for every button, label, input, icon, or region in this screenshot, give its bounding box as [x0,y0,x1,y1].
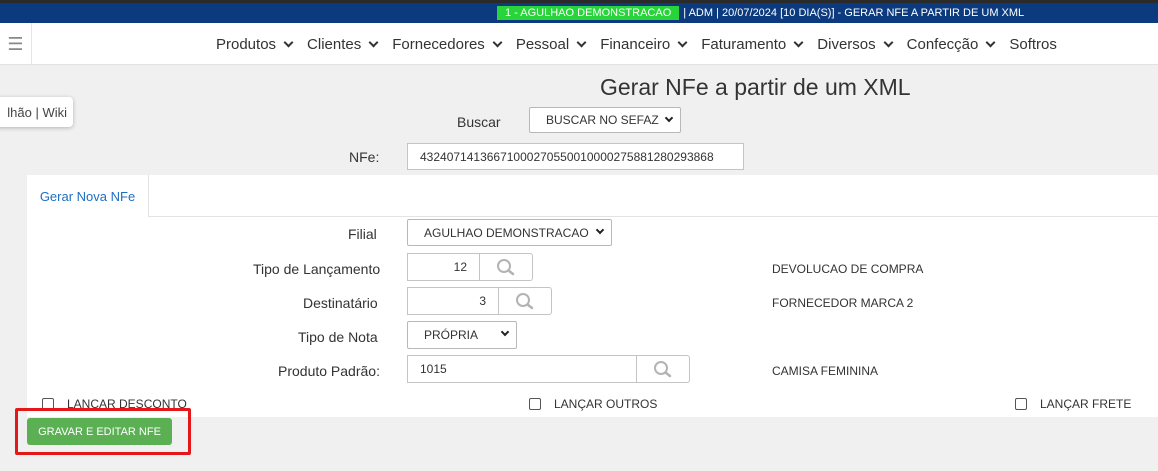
buscar-select-value: BUSCAR NO SEFAZ [546,113,659,127]
nfe-key-input[interactable]: 4324071413667100027055001000027588128029… [407,143,744,170]
menu-label: Softros [1009,35,1057,53]
search-icon [516,293,534,310]
session-info: 1 - AGULHAO DEMONSTRACAO | ADM | 20/07/2… [497,5,1024,21]
tipo-nota-label: Tipo de Nota [298,329,378,345]
checkbox-box[interactable] [529,398,541,410]
tab-gerar-nova-nfe[interactable]: Gerar Nova NFe [27,175,149,217]
menu-label: Faturamento [701,35,787,53]
tipo-nota-select[interactable]: PRÓPRIA [407,321,517,349]
tipo-lancamento-description: DEVOLUCAO DE COMPRA [772,262,924,276]
menu-faturamento[interactable]: Faturamento [701,35,804,53]
top-status-bar: 1 - AGULHAO DEMONSTRACAO | ADM | 20/07/2… [0,0,1158,23]
tipo-lancamento-value: 12 [453,260,467,274]
produto-padrao-search-button[interactable] [637,355,690,383]
menu-softros[interactable]: Softros [1009,36,1057,53]
menu-label: Clientes [307,35,362,53]
destinatario-search-button[interactable] [499,287,552,315]
chevron-down-icon [595,225,605,235]
menu-produtos[interactable]: Produtos [216,35,294,53]
menu-label: Diversos [817,35,876,53]
menu-financeiro[interactable]: Financeiro [600,35,688,53]
main-menu: Produtos Clientes Fornecedores Pessoal F… [216,23,1072,65]
checkbox-box[interactable] [1015,398,1027,410]
menu-fornecedores[interactable]: Fornecedores [392,35,503,53]
produto-padrao-input[interactable]: 1015 [407,355,637,383]
chevron-down-icon [492,37,503,47]
produto-padrao-label: Produto Padrão: [278,363,380,379]
filial-select[interactable]: AGULHAO DEMONSTRACAO [407,219,612,246]
produto-padrao-description: CAMISA FEMININA [772,364,879,378]
company-badge[interactable]: 1 - AGULHAO DEMONSTRACAO [497,6,680,20]
lancar-frete-checkbox[interactable]: LANÇAR FRETE [1015,397,1131,411]
menu-confeccao[interactable]: Confecção [906,35,996,53]
nfe-label: NFe: [349,149,380,165]
destinatario-label: Destinatário [303,295,378,311]
destinatario-value: 3 [479,294,486,308]
tipo-nota-select-value: PRÓPRIA [424,328,479,342]
search-icon [497,259,515,276]
filial-select-value: AGULHAO DEMONSTRACAO [424,225,589,240]
menu-diversos[interactable]: Diversos [817,35,894,53]
menu-clientes[interactable]: Clientes [307,35,379,53]
chevron-down-icon [793,37,804,47]
tipo-lancamento-search-button[interactable] [480,253,533,281]
menu-label: Pessoal [515,35,570,53]
destinatario-input[interactable]: 3 [407,287,499,315]
chevron-down-icon [368,37,379,47]
menu-label: Confecção [906,35,979,53]
checkbox-label: LANÇAR FRETE [1040,397,1132,411]
hamburger-icon[interactable]: ☰ [0,23,32,65]
chevron-down-icon [677,37,688,47]
lancar-outros-checkbox[interactable]: LANÇAR OUTROS [529,397,657,411]
chevron-down-icon [576,37,587,47]
tab-bar: Gerar Nova NFe [27,175,1158,217]
filial-label: Filial [348,226,377,242]
chevron-down-icon [883,37,894,47]
tipo-lancamento-input[interactable]: 12 [407,253,480,281]
produto-padrao-value: 1015 [420,362,447,376]
destinatario-description: FORNECEDOR MARCA 2 [772,296,914,310]
gravar-editar-nfe-button[interactable]: GRAVAR E EDITAR NFE [27,418,172,445]
buscar-select[interactable]: BUSCAR NO SEFAZ [529,107,681,133]
menu-label: Fornecedores [392,35,485,53]
search-icon [654,361,672,378]
menu-label: Financeiro [600,35,671,53]
session-info-text: | ADM | 20/07/2024 [10 DIA(S)] - GERAR N… [683,7,1025,19]
chevron-down-icon [985,37,996,47]
chevron-down-icon [283,37,294,47]
help-wiki-popup[interactable]: lhão | Wiki [0,97,73,127]
menu-pessoal[interactable]: Pessoal [515,35,587,53]
chevron-down-icon [664,113,674,123]
menu-label: Produtos [216,35,277,53]
checkbox-label: LANÇAR OUTROS [554,397,658,411]
tipo-lancamento-label: Tipo de Lançamento [253,261,381,277]
chevron-down-icon [500,327,510,337]
page-title: Gerar NFe a partir de um XML [600,74,911,100]
nfe-key-value: 4324071413667100027055001000027588128029… [420,149,714,164]
buscar-label: Buscar [457,114,501,130]
main-navbar: ☰ Produtos Clientes Fornecedores Pessoal… [0,23,1158,65]
